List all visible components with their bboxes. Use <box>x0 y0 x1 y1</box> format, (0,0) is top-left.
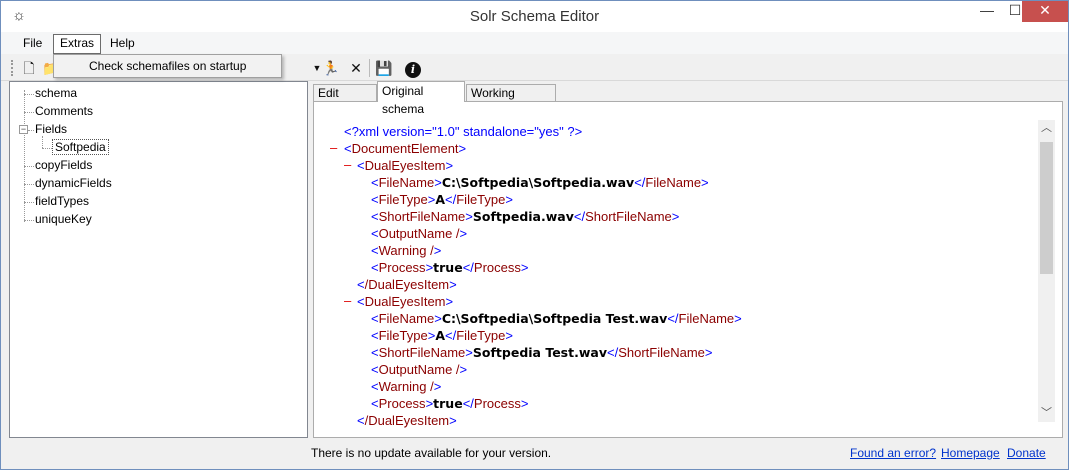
toolbar-separator <box>369 59 370 77</box>
xml-warning: <Warning /> <box>371 243 442 258</box>
tree-node-uniquekey[interactable]: uniqueKey <box>35 211 92 227</box>
tree-node-softpedia[interactable]: Softpedia <box>52 139 109 155</box>
tree-line <box>42 136 43 148</box>
scroll-down-icon[interactable]: ﹀ <box>1038 405 1055 422</box>
tab-edit-details[interactable]: Edit Details <box>313 84 377 116</box>
title-bar: ☼ Solr Schema Editor — ☐ ✕ <box>1 1 1068 32</box>
tree-node-dynamicfields[interactable]: dynamicFields <box>35 175 112 191</box>
tree-line <box>24 166 34 167</box>
run-icon[interactable]: 🏃 <box>321 58 341 78</box>
xml-outputname: <OutputName /> <box>371 226 468 241</box>
menu-file[interactable]: File <box>17 35 48 53</box>
xml-outputname: <OutputName /> <box>371 362 468 377</box>
xml-filename: <FileName>C:\Softpedia\Softpedia Test.wa… <box>371 311 742 326</box>
homepage-link[interactable]: Homepage <box>941 446 1000 460</box>
scroll-thumb[interactable] <box>1040 142 1053 274</box>
new-file-icon[interactable]: 🗋 <box>19 58 39 78</box>
menu-help[interactable]: Help <box>104 35 141 53</box>
tab-original-schema[interactable]: Original schema <box>377 81 465 116</box>
xml-shortfilename: <ShortFileName>Softpedia Test.wav</Short… <box>371 345 713 360</box>
info-button[interactable]: i <box>403 58 423 78</box>
close-button[interactable]: ✕ <box>1022 1 1068 22</box>
tree-node-fields[interactable]: Fields <box>35 121 67 137</box>
xml-filetype: <FileType>A</FileType> <box>371 192 513 207</box>
save-icon[interactable]: 💾 <box>374 58 394 78</box>
extras-dropdown-menu: Check schemafiles on startup <box>53 54 282 78</box>
minimize-button[interactable]: — <box>973 1 1001 22</box>
tree-node-copyfields[interactable]: copyFields <box>35 157 92 173</box>
tree-line <box>24 202 34 203</box>
tree-line <box>24 112 34 113</box>
collapse-icon[interactable]: – <box>344 293 351 308</box>
collapse-icon[interactable]: – <box>344 157 351 172</box>
tab-working-schema[interactable]: Working schema <box>466 84 556 116</box>
xml-item-open: <DualEyesItem> <box>357 294 454 309</box>
xml-declaration: <?xml version="1.0" standalone="yes" ?> <box>344 124 583 139</box>
xml-process: <Process>true</Process> <box>371 260 529 275</box>
scroll-up-icon[interactable]: ︿ <box>1038 120 1055 137</box>
xml-root-open: <DocumentElement> <box>344 141 467 156</box>
status-bar: There is no update available for your ve… <box>1 441 1068 469</box>
xml-filename: <FileName>C:\Softpedia\Softpedia.wav</Fi… <box>371 175 709 190</box>
vertical-scrollbar[interactable]: ︿ ﹀ <box>1038 120 1055 422</box>
found-error-link[interactable]: Found an error? <box>850 446 936 460</box>
collapse-icon[interactable]: – <box>330 140 337 155</box>
status-message: There is no update available for your ve… <box>311 446 552 460</box>
xml-item-close: </DualEyesItem> <box>357 277 457 292</box>
stop-icon[interactable]: ✕ <box>346 58 366 78</box>
tree-node-fieldtypes[interactable]: fieldTypes <box>35 193 89 209</box>
tab-strip: Edit Details Original schema Working sch… <box>313 81 1063 116</box>
xml-process: <Process>true</Process> <box>371 396 529 411</box>
toolbar-grip[interactable] <box>11 60 14 76</box>
tree-node-schema[interactable]: schema <box>35 85 77 101</box>
window-title: Solr Schema Editor <box>469 8 600 25</box>
menu-bar: File Extras Help <box>1 32 1068 54</box>
xml-warning: <Warning /> <box>371 379 442 394</box>
tree-line <box>28 130 34 131</box>
schema-tree[interactable]: schema Comments − Fields Softpedia copyF… <box>9 81 308 438</box>
donate-link[interactable]: Donate <box>1007 446 1046 460</box>
tree-line <box>24 184 34 185</box>
xml-item-close: </DualEyesItem> <box>357 413 457 428</box>
tree-node-comments[interactable]: Comments <box>35 103 93 119</box>
xml-filetype: <FileType>A</FileType> <box>371 328 513 343</box>
info-icon: i <box>405 62 421 78</box>
collapse-icon[interactable]: − <box>19 125 28 134</box>
xml-viewer[interactable]: <?xml version="1.0" standalone="yes" ?> … <box>313 101 1063 438</box>
xml-shortfilename: <ShortFileName>Softpedia.wav</ShortFileN… <box>371 209 680 224</box>
tree-line <box>24 220 34 221</box>
app-window: ☼ Solr Schema Editor — ☐ ✕ File Extras H… <box>0 0 1069 470</box>
menu-item-check-schemafiles[interactable]: Check schemafiles on startup <box>89 59 246 73</box>
xml-item-open: <DualEyesItem> <box>357 158 454 173</box>
tree-line <box>24 94 34 95</box>
menu-extras[interactable]: Extras <box>53 34 102 54</box>
tree-line <box>42 148 52 149</box>
tree-node-label: Softpedia <box>52 139 109 155</box>
